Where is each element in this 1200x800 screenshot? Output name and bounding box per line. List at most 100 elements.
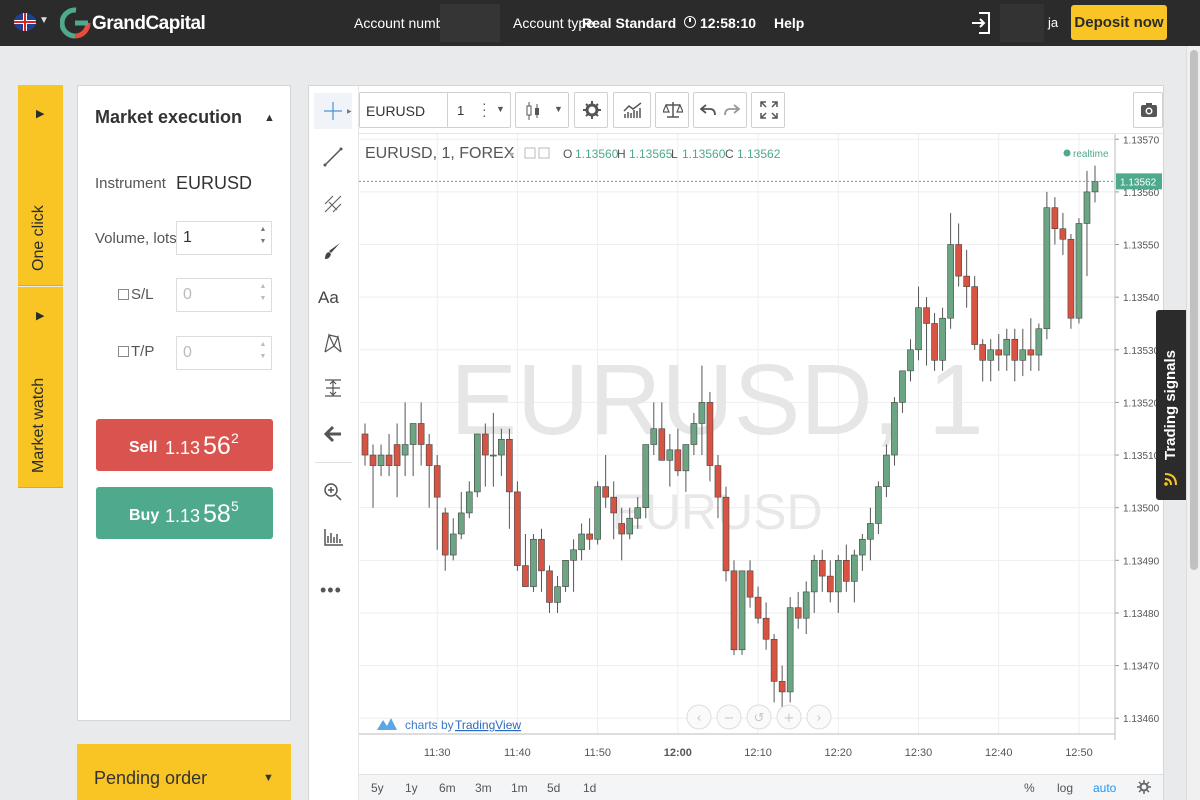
price-axis-label: 1.13550 (1123, 241, 1160, 252)
time-axis-label: 11:30 (424, 747, 451, 759)
trendline-tool[interactable] (314, 139, 352, 175)
time-axis-label: 12:00 (664, 747, 692, 759)
trendline-icon (323, 147, 343, 167)
text-tool[interactable]: Aa (314, 279, 352, 315)
candle-up (562, 560, 569, 587)
measure-bars-tool[interactable] (314, 519, 352, 555)
log-scale-toggle[interactable]: log (1057, 781, 1073, 795)
brush-icon (325, 243, 340, 259)
brush-tool[interactable] (314, 233, 352, 269)
scrollbar-thumb[interactable] (1190, 50, 1198, 570)
candle-up (666, 449, 674, 461)
pending-order-tab[interactable]: Pending order ▼ (77, 744, 291, 800)
candle-down (506, 438, 513, 493)
candle-up (867, 523, 874, 540)
chevron-down-icon[interactable]: ▼ (39, 15, 49, 26)
candle-up (899, 370, 906, 403)
candle-up (883, 454, 890, 487)
uk-flag-icon[interactable] (14, 13, 36, 31)
realtime-label: realtime (1073, 149, 1109, 160)
indicators-icon (623, 102, 642, 118)
buy-button[interactable]: Buy 1.13 58 5 (96, 487, 273, 539)
market-execution-title[interactable]: Market execution (95, 107, 242, 128)
candle-down (770, 638, 778, 682)
timeframe-1y[interactable]: 1y (405, 781, 418, 795)
help-link[interactable]: Help (774, 15, 804, 31)
sell-button[interactable]: Sell 1.13 56 2 (96, 419, 273, 471)
legend-ohlc-h-label: H (617, 147, 626, 161)
measure-tool[interactable] (314, 370, 352, 406)
candle-up (682, 444, 690, 472)
back-tool[interactable] (314, 416, 352, 452)
candle-down (482, 433, 489, 456)
volume-stepper[interactable]: ▲ ▼ (256, 224, 270, 248)
auto-scale-toggle[interactable]: auto (1093, 781, 1116, 795)
snapshot-button[interactable] (1133, 92, 1163, 128)
fullscreen-icon (760, 101, 778, 119)
tp-checkbox[interactable] (118, 346, 129, 357)
timeframe-3m[interactable]: 3m (475, 781, 492, 795)
scroll-left-icon-glyph: ‹ (696, 711, 701, 726)
candle-down (674, 449, 682, 472)
price-axis-label: 1.13530 (1123, 346, 1160, 357)
buy-price-fraction: 5 (231, 498, 239, 514)
deposit-now-button[interactable]: Deposit now (1071, 5, 1167, 40)
timeframe-1m[interactable]: 1m (511, 781, 528, 795)
candle-up (810, 560, 818, 593)
user-name[interactable]: ja (1048, 15, 1058, 30)
bars-measure-icon (324, 529, 343, 546)
timeframe-1d[interactable]: 1d (583, 781, 596, 795)
compare-button[interactable] (655, 92, 689, 128)
candle-up (449, 533, 457, 556)
more-vertical-icon[interactable]: · · · (482, 96, 487, 122)
symbol-text: EURUSD (366, 103, 426, 119)
more-tools[interactable]: ••• (314, 574, 352, 610)
time-axis-label: 12:20 (825, 747, 853, 759)
chart-type-selector[interactable]: ▼ (515, 92, 569, 128)
tool-expand-arrow-icon[interactable]: ▶ (347, 108, 352, 115)
fullscreen-button[interactable] (751, 92, 785, 128)
percent-scale-toggle[interactable]: % (1024, 781, 1035, 795)
interval-selector[interactable]: 1 · · · ▼ (447, 92, 511, 128)
chevron-down-icon[interactable]: ▼ (496, 104, 505, 114)
candle-up (834, 560, 842, 593)
candle-up (859, 538, 866, 556)
time-axis-label: 11:40 (504, 747, 531, 759)
tradingview-link[interactable]: TradingView (455, 718, 521, 732)
user-name-mask (1000, 4, 1044, 42)
price-chart[interactable]: 1.13570 1.13560 1.13550 1.13540 1.13530 1.135… (359, 134, 1163, 774)
pattern-tool[interactable] (314, 324, 352, 360)
candle-down (730, 570, 738, 651)
one-click-tab[interactable]: ▶ One click (18, 85, 63, 286)
logo-text[interactable]: GrandCapital (92, 13, 206, 35)
trading-signals-tab[interactable]: Trading signals (1156, 310, 1186, 500)
undo-icon[interactable] (700, 103, 716, 117)
sl-stepper[interactable]: ▲ ▼ (256, 281, 270, 305)
timeframe-5d[interactable]: 5d (547, 781, 560, 795)
gear-icon[interactable] (1137, 780, 1151, 794)
tp-stepper[interactable]: ▲ ▼ (256, 339, 270, 363)
price-axis-label: 1.13510 (1123, 451, 1160, 462)
trading-signals-label: Trading signals (1162, 349, 1179, 460)
candle-down (955, 244, 962, 277)
candle-down (433, 465, 441, 498)
candle-up (530, 538, 537, 587)
indicators-button[interactable] (613, 92, 651, 128)
market-watch-label: Market watch (30, 377, 47, 473)
market-watch-tab[interactable]: ▶ Market watch (18, 287, 63, 488)
legend-ohlc-o-label: O (563, 147, 572, 161)
zoom-in-tool[interactable] (314, 474, 352, 510)
pitchfork-tool[interactable] (314, 186, 352, 222)
redo-icon[interactable] (724, 103, 740, 117)
candle-down (425, 444, 433, 466)
timeframe-6m[interactable]: 6m (439, 781, 456, 795)
timeframe-5y[interactable]: 5y (371, 781, 384, 795)
candle-up (802, 591, 810, 619)
settings-button[interactable] (574, 92, 608, 128)
candle-down (971, 286, 978, 345)
collapse-caret-icon[interactable]: ▲ (264, 112, 275, 124)
candle-down (843, 560, 850, 582)
sl-checkbox[interactable] (118, 289, 129, 300)
page-scrollbar[interactable] (1186, 46, 1200, 800)
login-icon[interactable] (970, 11, 992, 35)
